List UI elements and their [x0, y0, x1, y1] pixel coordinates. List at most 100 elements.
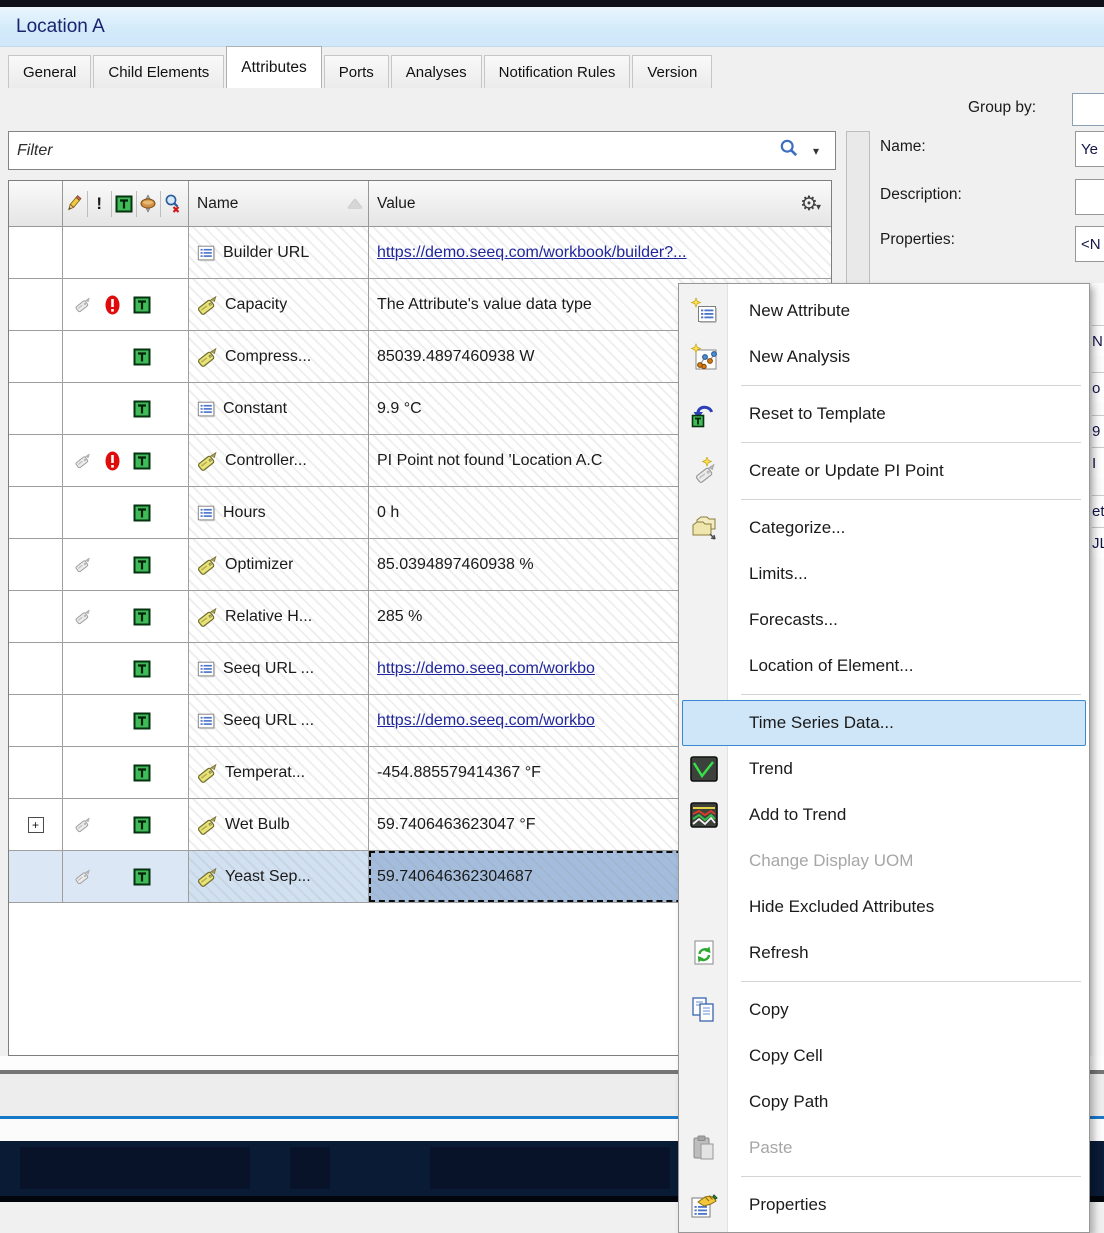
tag-icon: [196, 814, 218, 836]
menu-item-limits[interactable]: Limits...: [679, 551, 1089, 597]
menu-separator: [741, 385, 1081, 386]
menu-item-add-to-trend[interactable]: Add to Trend: [679, 792, 1089, 838]
tag-icon: [196, 606, 218, 628]
menu-item-location-of-element[interactable]: Location of Element...: [679, 643, 1089, 689]
row-expand-cell[interactable]: +: [9, 799, 63, 850]
copy-icon: [688, 994, 720, 1026]
attribute-name-cell[interactable]: Builder URL: [189, 227, 369, 278]
group-by-input[interactable]: [1072, 93, 1104, 126]
window-top-edge: [0, 0, 1104, 7]
trend-icon: [688, 753, 720, 785]
template-icon: [127, 816, 157, 834]
menu-item-copy-cell[interactable]: Copy Cell: [679, 1033, 1089, 1079]
filter-dropdown-icon[interactable]: ▾: [813, 144, 819, 158]
template-icon: [127, 296, 157, 314]
tab-general[interactable]: General: [8, 55, 91, 88]
attribute-name-cell[interactable]: Seeq URL ...: [189, 643, 369, 694]
attribute-name: Relative H...: [225, 608, 312, 626]
clipped-field-text: JL: [1092, 527, 1104, 558]
menu-item-new-analysis[interactable]: New Analysis: [679, 334, 1089, 380]
excluded-icon: [67, 556, 97, 573]
attribute-name-cell[interactable]: Capacity: [189, 279, 369, 330]
panel-splitter[interactable]: [846, 131, 870, 285]
filter-input[interactable]: Filter ▾: [8, 131, 836, 170]
menu-item-label: Categorize...: [749, 518, 845, 538]
menu-item-copy[interactable]: Copy: [679, 987, 1089, 1033]
menu-item-trend[interactable]: Trend: [679, 746, 1089, 792]
page-title: Location A: [16, 16, 105, 38]
template-icon[interactable]: [112, 191, 137, 217]
excluded-icon: [67, 816, 97, 833]
tab-analyses[interactable]: Analyses: [391, 55, 482, 88]
search-icon[interactable]: [779, 138, 799, 163]
clipped-field-text: o: [1092, 372, 1104, 403]
header-expand-column: [9, 181, 63, 226]
tab-notification-rules[interactable]: Notification Rules: [484, 55, 631, 88]
template-icon: [127, 556, 157, 574]
attribute-name: Seeq URL ...: [223, 712, 314, 730]
search-exclude-icon[interactable]: [161, 191, 186, 217]
header-name-column[interactable]: Name: [189, 181, 369, 226]
row-expand-cell: [9, 851, 63, 902]
row-flag-cell: [63, 383, 189, 434]
menu-item-hide-excluded-attributes[interactable]: Hide Excluded Attributes: [679, 884, 1089, 930]
menu-item-time-series-data[interactable]: Time Series Data...: [682, 700, 1086, 746]
attribute-name-cell[interactable]: Compress...: [189, 331, 369, 382]
attribute-name: Seeq URL ...: [223, 660, 314, 678]
row-expand-cell: [9, 435, 63, 486]
menu-item-forecasts[interactable]: Forecasts...: [679, 597, 1089, 643]
menu-item-label: Refresh: [749, 943, 809, 963]
menu-item-create-or-update-pi-point[interactable]: Create or Update PI Point: [679, 448, 1089, 494]
menu-item-refresh[interactable]: Refresh: [679, 930, 1089, 976]
table-row[interactable]: Builder URLhttps://demo.seeq.com/workboo…: [9, 227, 831, 279]
list-icon: [196, 711, 216, 731]
attribute-name-cell[interactable]: Yeast Sep...: [189, 851, 369, 902]
attribute-name-cell[interactable]: Relative H...: [189, 591, 369, 642]
attribute-name-cell[interactable]: Wet Bulb: [189, 799, 369, 850]
empty-icon-slot: [688, 891, 720, 923]
field-input-description[interactable]: [1075, 179, 1104, 215]
attribute-name-cell[interactable]: Hours: [189, 487, 369, 538]
field-input-properties[interactable]: <N: [1075, 226, 1104, 262]
table-header: ! Name Value ⚙ ▾: [9, 181, 831, 227]
row-flag-cell: [63, 851, 189, 902]
row-flag-cell: [63, 643, 189, 694]
row-flag-cell: [63, 435, 189, 486]
attribute-name: Controller...: [225, 452, 307, 470]
header-value-column[interactable]: Value ⚙ ▾: [369, 181, 831, 226]
row-expand-cell: [9, 487, 63, 538]
attribute-name-cell[interactable]: Constant: [189, 383, 369, 434]
expand-plus-icon[interactable]: +: [28, 817, 44, 833]
error-icon: [97, 450, 127, 472]
menu-item-new-attribute[interactable]: New Attribute: [679, 288, 1089, 334]
menu-separator: [741, 694, 1081, 695]
tag-icon: [196, 554, 218, 576]
diamond-icon[interactable]: [137, 191, 162, 217]
attribute-name-cell[interactable]: Seeq URL ...: [189, 695, 369, 746]
attribute-name-cell[interactable]: Optimizer: [189, 539, 369, 590]
column-settings-button[interactable]: ⚙ ▾: [800, 194, 821, 214]
tab-attributes[interactable]: Attributes: [226, 46, 321, 88]
attribute-name-cell[interactable]: Temperat...: [189, 747, 369, 798]
tab-ports[interactable]: Ports: [324, 55, 389, 88]
add-trend-icon: [688, 799, 720, 831]
attribute-value-link[interactable]: https://demo.seeq.com/workbook/builder?.…: [369, 227, 831, 278]
field-input-name[interactable]: Ye: [1075, 131, 1104, 167]
exclaim-icon[interactable]: !: [88, 191, 113, 217]
row-flag-cell: [63, 747, 189, 798]
attribute-name: Capacity: [225, 296, 287, 314]
attribute-name-cell[interactable]: Controller...: [189, 435, 369, 486]
properties-icon: [688, 1189, 720, 1221]
empty-icon-slot: [688, 558, 720, 590]
menu-item-reset-to-template[interactable]: Reset to Template: [679, 391, 1089, 437]
tag-icon: [196, 866, 218, 888]
menu-item-label: Copy Path: [749, 1092, 828, 1112]
menu-item-properties[interactable]: Properties: [679, 1182, 1089, 1228]
pencil-icon[interactable]: [63, 191, 88, 217]
tab-version[interactable]: Version: [632, 55, 712, 88]
tab-strip: GeneralChild ElementsAttributesPortsAnal…: [0, 47, 1104, 88]
menu-item-copy-path[interactable]: Copy Path: [679, 1079, 1089, 1125]
tab-child-elements[interactable]: Child Elements: [93, 55, 224, 88]
empty-icon-slot: [689, 707, 721, 739]
menu-item-categorize[interactable]: Categorize...: [679, 505, 1089, 551]
